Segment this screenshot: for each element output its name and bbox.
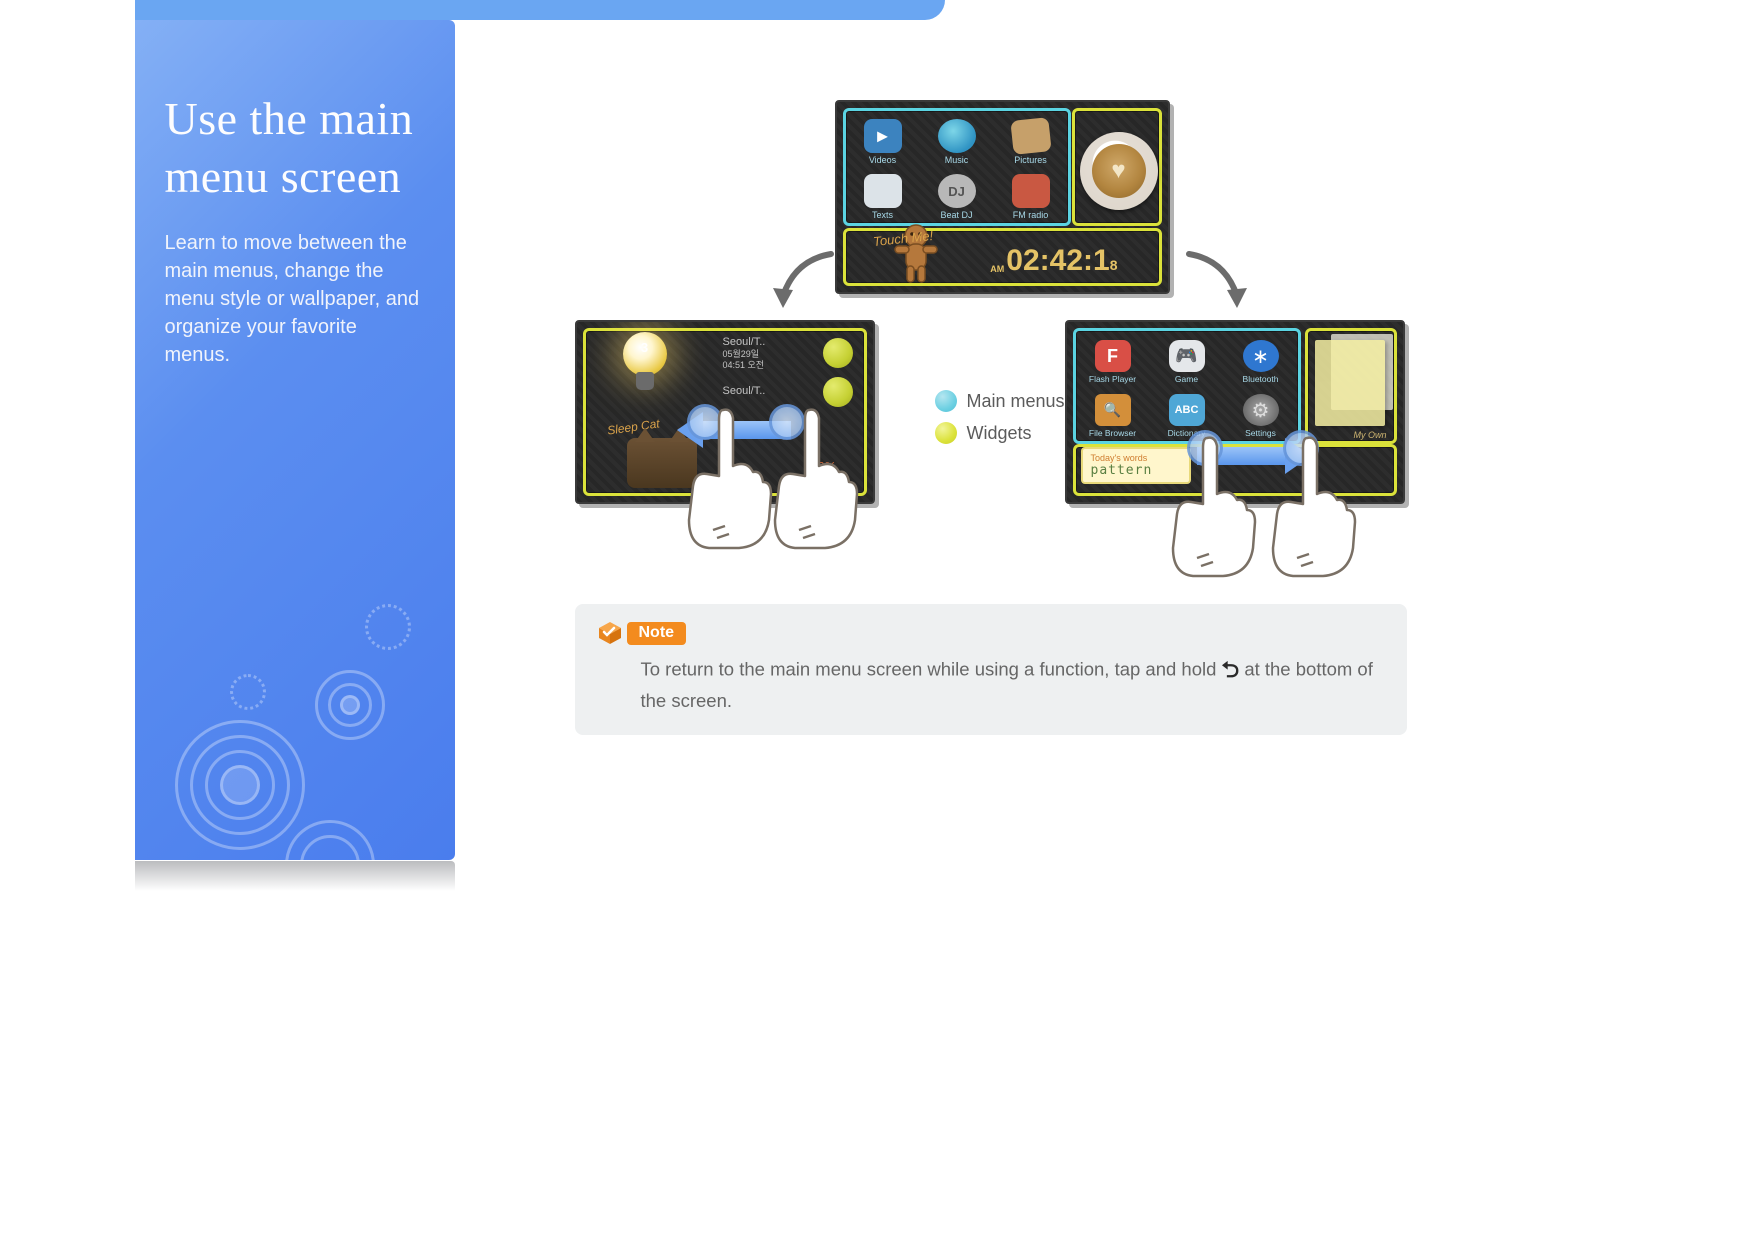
legend-main-menus: Main menus xyxy=(935,390,1065,412)
app-grid-top: ▶Videos Music Pictures Texts DJBeat DJ F… xyxy=(843,108,1071,226)
widget-coffee-cup: ♥ xyxy=(1080,132,1158,210)
curve-arrow-left-icon xyxy=(765,240,845,320)
app-game: 🎮Game xyxy=(1155,334,1219,384)
note-text-before: To return to the main menu screen while … xyxy=(641,658,1222,679)
legend: Main menus Widgets xyxy=(935,390,1065,454)
sidebar: Use the main menu screen Learn to move b… xyxy=(135,20,455,860)
sidebar-decoration-circles xyxy=(135,550,455,860)
app-videos: ▶Videos xyxy=(851,114,915,165)
hand-swipe-left-1 xyxy=(675,400,775,550)
legend-widgets: Widgets xyxy=(935,422,1065,444)
app-fm-radio: FM radio xyxy=(999,169,1063,220)
legend-widgets-label: Widgets xyxy=(967,423,1032,444)
app-pictures: Pictures xyxy=(999,114,1063,165)
app-beat-dj: DJBeat DJ xyxy=(925,169,989,220)
note-pill-label: Note xyxy=(627,622,687,645)
return-icon: ⮌ xyxy=(1222,653,1240,686)
hand-swipe-left-2 xyxy=(761,400,861,550)
legend-main-menus-label: Main menus xyxy=(967,391,1065,412)
sidebar-title: Use the main menu screen xyxy=(165,90,425,205)
sidebar-shadow xyxy=(135,861,455,891)
legend-dot-blue-icon xyxy=(935,390,957,412)
sidebar-description: Learn to move between the main menus, ch… xyxy=(165,229,425,369)
note-header: Note xyxy=(597,620,687,646)
note-cube-icon xyxy=(597,620,623,646)
hand-swipe-right-1 xyxy=(1159,428,1259,578)
screenshot-top-main-menu: ▶Videos Music Pictures Texts DJBeat DJ F… xyxy=(835,100,1170,294)
curve-arrow-right-icon xyxy=(1175,240,1255,320)
widget-clock: AM 0 2:42:1 8 xyxy=(990,244,1117,278)
app-bluetooth: ∗Bluetooth xyxy=(1229,334,1293,384)
app-file-browser: 🔍File Browser xyxy=(1081,388,1145,438)
hand-swipe-right-2 xyxy=(1259,428,1359,578)
app-music: Music xyxy=(925,114,989,165)
note-text: To return to the main menu screen while … xyxy=(641,654,1385,715)
top-tab-decoration xyxy=(135,0,945,20)
widget-sticky-front xyxy=(1315,340,1385,426)
app-grid-right: FFlash Player 🎮Game ∗Bluetooth 🔍File Bro… xyxy=(1073,328,1301,444)
legend-dot-yellow-icon xyxy=(935,422,957,444)
app-flash-player: FFlash Player xyxy=(1081,334,1145,384)
note-box: Note To return to the main menu screen w… xyxy=(575,604,1407,735)
app-texts: Texts xyxy=(851,169,915,220)
